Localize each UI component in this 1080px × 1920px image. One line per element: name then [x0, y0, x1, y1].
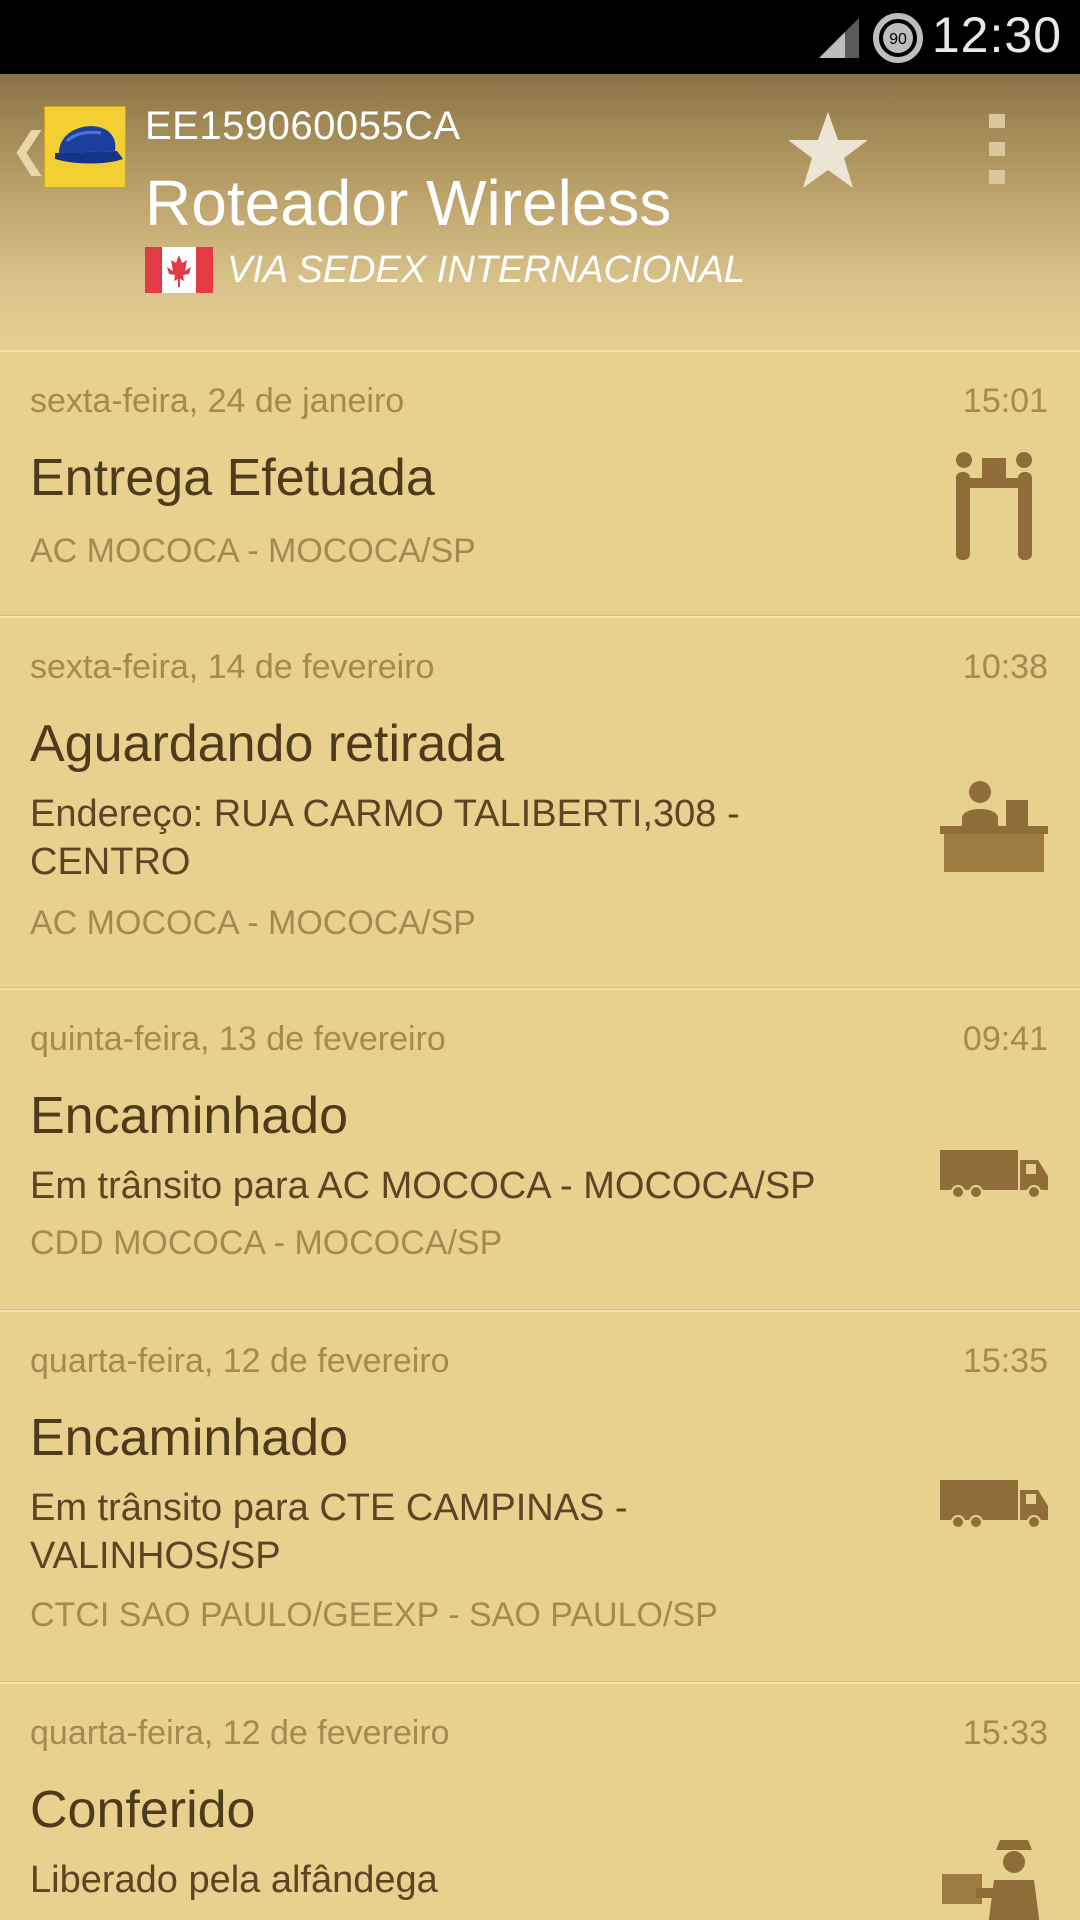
status-bar: 90 12:30	[0, 0, 1080, 74]
event-date: quarta-feira, 12 de fevereiro	[30, 1342, 450, 1380]
service-label: VIA SEDEX INTERNACIONAL	[227, 248, 746, 291]
list-item[interactable]: quarta-feira, 12 de fevereiro 15:35 Enca…	[0, 1310, 1080, 1682]
event-time: 10:38	[962, 648, 1048, 686]
event-location: CDD MOCOCA - MOCOCA/SP	[30, 1224, 503, 1262]
event-detail: Liberado pela alfândega	[30, 1859, 438, 1901]
event-status: Entrega Efetuada	[30, 449, 435, 507]
event-location: AC MOCOCA - MOCOCA/SP	[30, 904, 476, 942]
event-time: 15:33	[962, 1714, 1048, 1752]
mail-cap-logo-icon[interactable]	[44, 106, 126, 188]
counter-clerk-icon	[940, 781, 1048, 872]
service-row: VIA SEDEX INTERNACIONAL	[145, 246, 745, 294]
event-location: AC MOCOCA - MOCOCA/SP	[30, 532, 476, 570]
event-date: sexta-feira, 14 de fevereiro	[30, 648, 435, 686]
battery-circle-icon: 90	[873, 13, 923, 63]
event-date: quarta-feira, 12 de fevereiro	[30, 1714, 450, 1752]
truck-icon	[940, 1150, 1048, 1199]
event-detail: Em trânsito para AC MOCOCA - MOCOCA/SP	[30, 1165, 816, 1207]
cell-signal-icon	[819, 18, 859, 58]
event-date: sexta-feira, 24 de janeiro	[30, 382, 405, 420]
event-date: quinta-feira, 13 de fevereiro	[30, 1020, 446, 1058]
event-status: Encaminhado	[30, 1409, 348, 1467]
event-status: Aguardando retirada	[30, 715, 505, 773]
tracking-code: EE159060055CA	[145, 104, 461, 148]
delivery-handover-icon	[956, 452, 1032, 560]
list-item[interactable]: quarta-feira, 12 de fevereiro 15:33 Conf…	[0, 1682, 1080, 1920]
list-item[interactable]: quinta-feira, 13 de fevereiro 09:41 Enca…	[0, 988, 1080, 1310]
event-detail: Endereço: RUA CARMO TALIBERTI,308 - CENT…	[30, 793, 740, 883]
event-status: Encaminhado	[30, 1087, 348, 1145]
customs-officer-icon	[942, 1840, 1040, 1920]
battery-level: 90	[889, 31, 907, 48]
event-time: 15:35	[962, 1342, 1048, 1380]
event-location: CTCI SAO PAULO/GEEXP - SAO PAULO/SP	[30, 1596, 718, 1634]
chevron-left-icon[interactable]: ❮	[10, 122, 49, 176]
item-title: Roteador Wireless	[145, 167, 672, 239]
tracking-event-list: sexta-feira, 24 de janeiro 15:01 Entrega…	[0, 350, 1080, 1920]
event-time: 09:41	[962, 1020, 1048, 1058]
list-item[interactable]: sexta-feira, 24 de janeiro 15:01 Entrega…	[0, 350, 1080, 616]
status-time: 12:30	[931, 7, 1062, 63]
event-detail: Em trânsito para CTE CAMPINAS - VALINHOS…	[30, 1487, 628, 1577]
star-icon[interactable]	[784, 108, 872, 192]
action-bar: ❮ EE159060055CA Roteador Wireless VIA SE…	[0, 74, 1080, 350]
list-item[interactable]: sexta-feira, 14 de fevereiro 10:38 Aguar…	[0, 616, 1080, 988]
truck-icon	[940, 1480, 1048, 1529]
overflow-menu-icon[interactable]	[980, 114, 1014, 184]
canada-flag-icon	[145, 247, 213, 293]
event-status: Conferido	[30, 1781, 256, 1839]
event-time: 15:01	[962, 382, 1048, 420]
